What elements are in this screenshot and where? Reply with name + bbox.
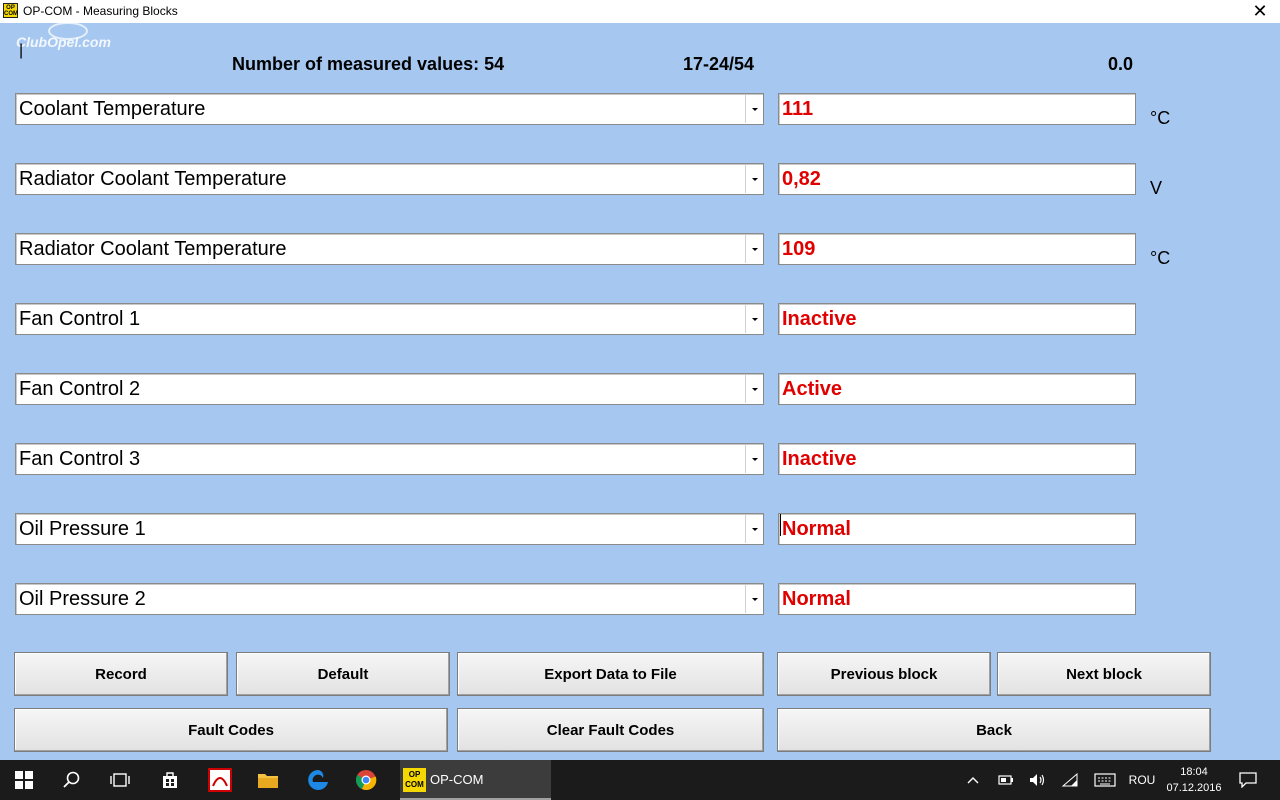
value-text: Normal: [782, 588, 851, 610]
value-text: Inactive: [782, 308, 857, 330]
dropdown-arrow-icon[interactable]: [745, 165, 762, 193]
watermark: ClubOpel.com: [16, 34, 111, 50]
notifications-icon[interactable]: [1232, 760, 1264, 800]
keyboard-icon[interactable]: [1090, 760, 1120, 800]
value-field-2[interactable]: 0,82: [778, 163, 1136, 195]
block-range: 17-24/54: [683, 54, 755, 74]
clock-date: 07.12.2016: [1166, 782, 1222, 794]
parameter-label: Radiator Coolant Temperature: [19, 238, 287, 260]
show-hidden-icons-icon[interactable]: [960, 760, 986, 800]
parameter-label: Oil Pressure 2: [19, 588, 146, 610]
task-view-icon[interactable]: [96, 760, 144, 800]
edge-icon[interactable]: [294, 760, 342, 800]
fault-codes-button[interactable]: Fault Codes: [14, 708, 448, 752]
title-bar: OP COM OP-COM - Measuring Blocks ✕: [0, 0, 1280, 23]
dropdown-arrow-icon[interactable]: [745, 445, 762, 473]
record-button[interactable]: Record: [14, 652, 228, 696]
unit-label: °C: [1150, 248, 1171, 268]
acrobat-icon[interactable]: [196, 760, 244, 800]
header-value: 0.0: [1108, 54, 1134, 74]
parameter-select-4[interactable]: Fan Control 1: [15, 303, 764, 335]
value-field-3[interactable]: 109: [778, 233, 1136, 265]
value-text: Normal: [782, 518, 851, 540]
back-button[interactable]: Back: [777, 708, 1211, 752]
parameter-select-5[interactable]: Fan Control 2: [15, 373, 764, 405]
dropdown-arrow-icon[interactable]: [745, 585, 762, 613]
parameter-select-2[interactable]: Radiator Coolant Temperature: [15, 163, 764, 195]
close-button[interactable]: ✕: [1240, 0, 1280, 23]
window-title: OP-COM - Measuring Blocks: [23, 4, 178, 18]
parameter-label: Radiator Coolant Temperature: [19, 168, 287, 190]
default-button[interactable]: Default: [236, 652, 450, 696]
unit-label: V: [1150, 178, 1163, 198]
parameter-label: Coolant Temperature: [19, 98, 206, 120]
parameter-select-8[interactable]: Oil Pressure 2: [15, 583, 764, 615]
value-text: 109: [782, 238, 816, 260]
language-indicator[interactable]: ROU: [1124, 760, 1160, 800]
wifi-icon[interactable]: [1056, 760, 1084, 800]
dropdown-arrow-icon[interactable]: [745, 375, 762, 403]
export-data-button[interactable]: Export Data to File: [457, 652, 764, 696]
text-caret: [780, 514, 781, 536]
volume-icon[interactable]: [1024, 760, 1052, 800]
battery-icon[interactable]: [992, 760, 1020, 800]
next-block-button[interactable]: Next block: [997, 652, 1211, 696]
file-explorer-icon[interactable]: [244, 760, 292, 800]
taskbar: ROU: [0, 760, 1280, 800]
parameter-label: Oil Pressure 1: [19, 518, 146, 540]
measured-values-count: Number of measured values: 54: [232, 54, 505, 74]
clock[interactable]: 18:04 07.12.2016: [1165, 764, 1223, 796]
taskbar-op-com-label: OP-COM: [430, 772, 484, 787]
previous-block-button[interactable]: Previous block: [777, 652, 991, 696]
parameter-label: Fan Control 3: [19, 448, 141, 470]
dropdown-arrow-icon[interactable]: [745, 515, 762, 543]
clear-fault-codes-button[interactable]: Clear Fault Codes: [457, 708, 764, 752]
value-text: 111: [782, 98, 814, 120]
value-text: Inactive: [782, 448, 857, 470]
dropdown-arrow-icon[interactable]: [745, 95, 762, 123]
store-icon[interactable]: [146, 760, 194, 800]
parameter-label: Fan Control 2: [19, 378, 141, 400]
text-cursor-icon: |: [19, 42, 24, 59]
clock-time: 18:04: [1180, 766, 1208, 778]
parameter-select-1[interactable]: Coolant Temperature: [15, 93, 764, 125]
parameter-select-6[interactable]: Fan Control 3: [15, 443, 764, 475]
dropdown-arrow-icon[interactable]: [745, 305, 762, 333]
start-windows-icon[interactable]: [0, 760, 48, 800]
value-field-5[interactable]: Active: [778, 373, 1136, 405]
parameter-select-7[interactable]: Oil Pressure 1: [15, 513, 764, 545]
parameter-select-3[interactable]: Radiator Coolant Temperature: [15, 233, 764, 265]
unit-label: °C: [1150, 108, 1171, 128]
value-field-8[interactable]: Normal: [778, 583, 1136, 615]
chrome-icon[interactable]: [342, 760, 390, 800]
search-icon[interactable]: [48, 760, 96, 800]
value-text: 0,82: [782, 168, 821, 190]
value-field-7[interactable]: Normal: [778, 513, 1136, 545]
parameter-label: Fan Control 1: [19, 308, 141, 330]
value-text: Active: [782, 378, 843, 400]
op-com-taskbar-icon: OP COM: [403, 768, 426, 792]
value-field-1[interactable]: 111: [778, 93, 1136, 125]
dropdown-arrow-icon[interactable]: [745, 235, 762, 263]
op-com-app-icon: OP COM: [3, 3, 18, 18]
value-field-4[interactable]: Inactive: [778, 303, 1136, 335]
value-field-6[interactable]: Inactive: [778, 443, 1136, 475]
